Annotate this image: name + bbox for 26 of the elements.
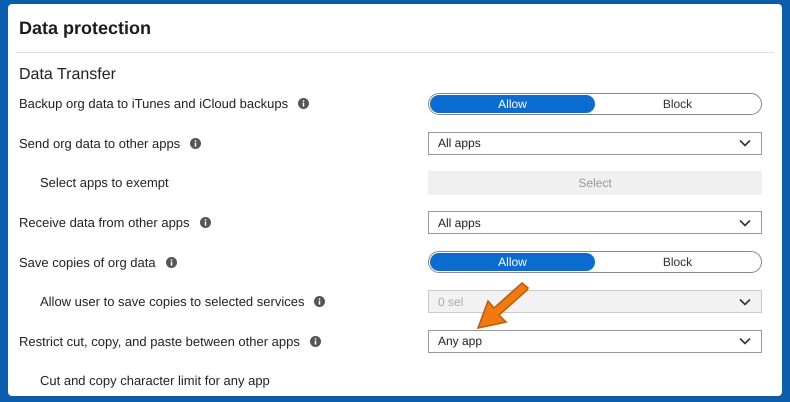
setting-label: Backup org data to iTunes and iCloud backups <box>19 96 288 112</box>
toggle-option[interactable]: Block <box>595 94 760 113</box>
chevron-down-icon <box>739 139 751 148</box>
dropdown[interactable]: All apps <box>428 132 762 155</box>
dropdown[interactable]: Any app <box>428 330 762 353</box>
toggle-option[interactable]: Block <box>595 253 760 272</box>
toggle-option[interactable]: Allow <box>430 94 595 113</box>
section-title: Data Transfer <box>19 66 117 84</box>
chevron-down-icon <box>739 298 751 306</box>
chevron-down-icon <box>739 337 751 346</box>
setting-label: Save copies of org data <box>19 254 156 270</box>
dropdown[interactable]: All apps <box>428 211 762 234</box>
info-icon[interactable] <box>298 98 310 110</box>
info-icon[interactable] <box>310 336 321 347</box>
chevron-down-icon <box>739 218 751 227</box>
setting-label: Receive data from other apps <box>19 215 190 230</box>
setting-label: Send org data to other apps <box>19 136 180 151</box>
setting-label: Restrict cut, copy, and paste between other apps <box>19 334 300 349</box>
setting-label: Allow user to save copies to selected services <box>39 294 304 310</box>
setting-label: Select apps to exempt <box>39 175 169 190</box>
toggle-option[interactable]: Allow <box>430 253 595 272</box>
info-icon[interactable] <box>200 217 211 228</box>
setting-label: Cut and copy character limit for any app <box>39 373 270 388</box>
info-icon[interactable] <box>190 138 202 149</box>
info-icon[interactable] <box>166 256 177 268</box>
panel-title: Data protection <box>19 18 152 38</box>
